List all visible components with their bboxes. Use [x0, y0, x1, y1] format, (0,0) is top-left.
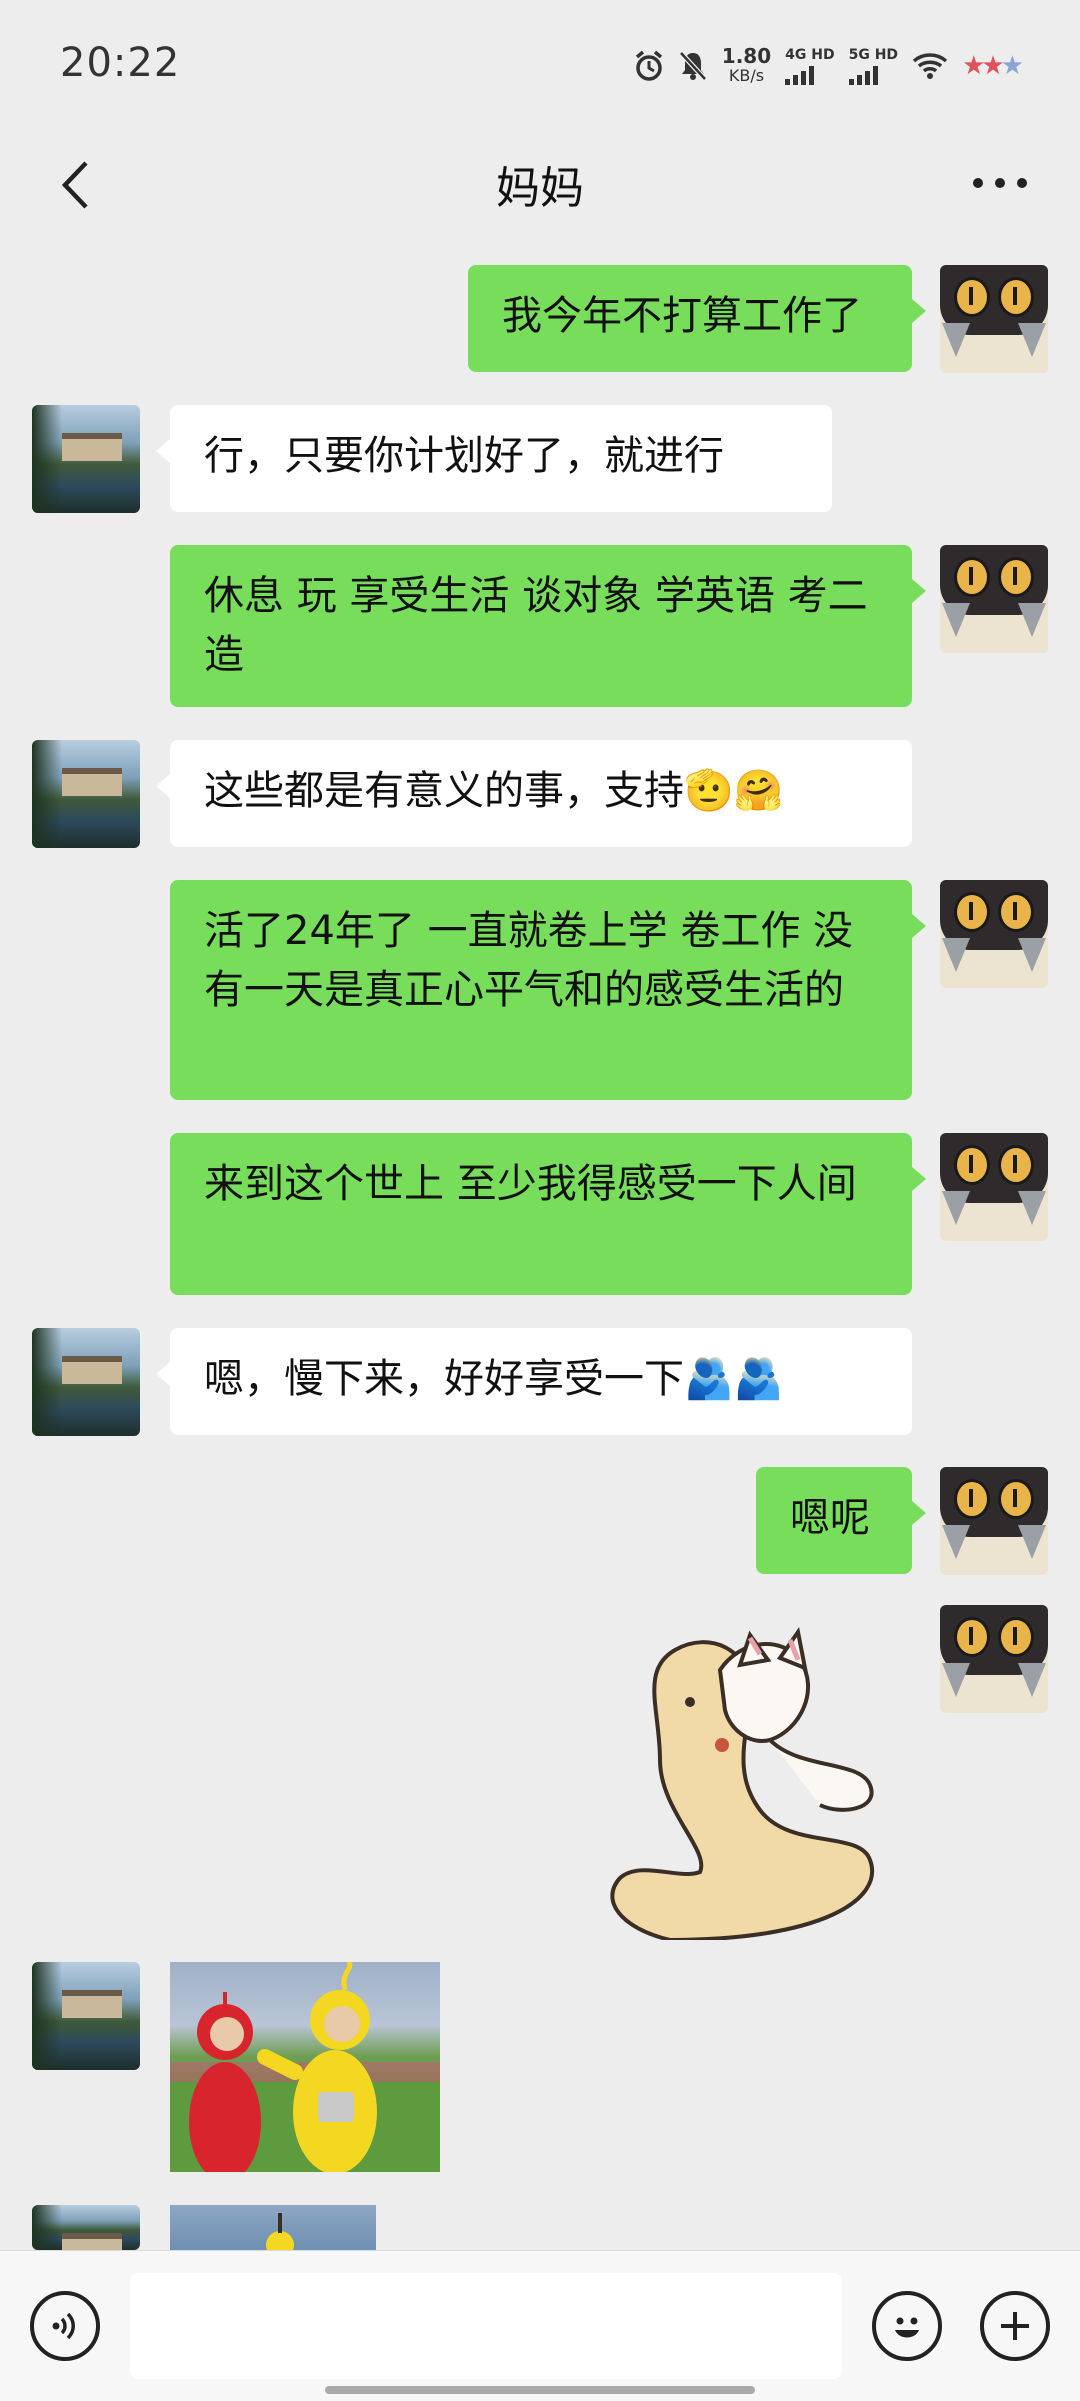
home-indicator[interactable] [325, 2386, 755, 2394]
my-avatar[interactable] [940, 1133, 1048, 1241]
network-speed-unit: KB/s [728, 66, 765, 85]
message-bubble-received[interactable]: 行，只要你计划好了，就进行 [156, 405, 832, 512]
network-speed-value: 1.80 [721, 44, 772, 68]
voice-icon [52, 2312, 75, 2340]
teletubbies-photo[interactable] [170, 1962, 440, 2172]
teletubbies-photo-partial-art [266, 2213, 294, 2250]
status-icons: 1.80 KB/s 4G HD 5G HD ★★★ [634, 44, 1024, 88]
chat-header: 妈妈 [0, 130, 1080, 240]
status-time: 20:22 [60, 40, 181, 86]
message-bubble-received[interactable]: 嗯，慢下来，好好享受一下🫂🫂 [156, 1328, 912, 1435]
wifi-icon [912, 53, 948, 79]
emoji-button[interactable] [872, 2291, 942, 2361]
message-bubble-sent[interactable]: 来到这个世上 至少我得感受一下人间 [170, 1133, 926, 1295]
emoji-icon [895, 2317, 919, 2338]
mom-avatar[interactable] [32, 405, 140, 513]
more-dots-icon [973, 178, 1027, 188]
mom-avatar[interactable] [32, 1962, 140, 2070]
mom-avatar[interactable] [32, 740, 140, 848]
sim2-label: 5G HD [848, 46, 899, 63]
my-avatar[interactable] [940, 1467, 1048, 1575]
my-avatar[interactable] [940, 545, 1048, 653]
signal-icon-2: 5G HD [848, 46, 899, 85]
message-bubble-sent[interactable]: 嗯呢 [756, 1467, 926, 1574]
teletubbies-photo-partial[interactable] [170, 2205, 376, 2250]
message-bubble-received[interactable]: 这些都是有意义的事，支持🫡🤗 [156, 740, 912, 847]
my-avatar[interactable] [940, 1605, 1048, 1713]
message-input[interactable] [130, 2273, 842, 2379]
network-speed: 1.80 KB/s [722, 46, 771, 86]
my-avatar[interactable] [940, 265, 1048, 373]
cat-hugging-weasel-sticker[interactable] [600, 1610, 890, 1940]
chat-title: 妈妈 [496, 163, 584, 214]
message-bubble-sent[interactable]: 活了24年了 一直就卷上学 卷工作 没有一天是真正心平气和的感受生活的 [170, 880, 926, 1100]
alarm-icon [635, 50, 662, 81]
sim1-label: 4G HD [785, 46, 835, 63]
input-bar [0, 2250, 1080, 2401]
mom-avatar[interactable] [32, 2205, 140, 2250]
my-avatar[interactable] [940, 880, 1048, 988]
status-bar: 20:22 1.80 KB/s 4G HD 5G HD ★★★ [0, 0, 1080, 130]
teletubbies-photo-art [170, 1962, 440, 2172]
star-rating-icon: ★★★ [962, 51, 1024, 81]
voice-button[interactable] [30, 2291, 100, 2361]
signal-icon: 4G HD [785, 46, 835, 85]
mute-icon [678, 51, 707, 81]
plus-icon [1001, 2312, 1029, 2340]
plus-button[interactable] [980, 2291, 1050, 2361]
message-bubble-sent[interactable]: 我今年不打算工作了 [468, 265, 926, 372]
more-button[interactable] [960, 152, 1040, 218]
mom-avatar[interactable] [32, 1328, 140, 1436]
message-bubble-sent[interactable]: 休息 玩 享受生活 谈对象 学英语 考二造 [170, 545, 926, 707]
